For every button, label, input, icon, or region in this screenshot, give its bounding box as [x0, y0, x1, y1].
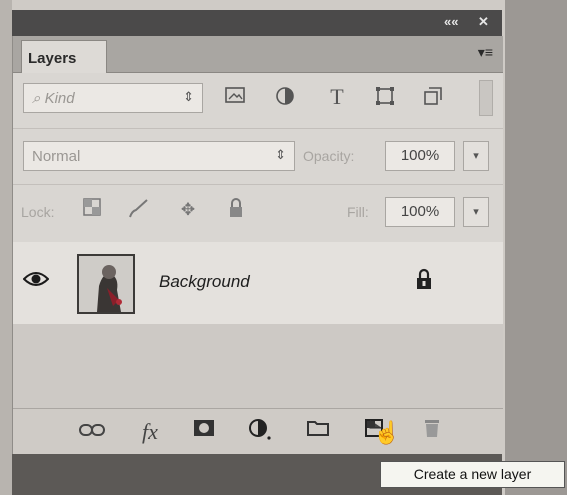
group-folder-icon[interactable] [303, 417, 333, 447]
stepper-arrows-icon: ⇕ [183, 89, 194, 104]
tooltip: Create a new layer [380, 461, 565, 488]
smart-object-filter-icon[interactable] [421, 85, 445, 109]
fill-label: Fill: [347, 204, 369, 220]
tab-layers-label: Layers [28, 50, 77, 67]
blend-row: Normal ⇕ Opacity: 100% ▾ [13, 128, 503, 185]
stepper-arrows-icon: ⇕ [275, 147, 286, 162]
panel-frame-titlebar: «« ✕ [12, 10, 502, 37]
panel-footer: fx [13, 408, 503, 455]
left-edge [0, 0, 12, 495]
adjustment-layer-icon[interactable] [245, 417, 275, 447]
opacity-label: Opacity: [303, 148, 355, 164]
link-layers-icon[interactable] [77, 417, 107, 447]
tab-layers[interactable]: Layers [21, 40, 107, 73]
panel-menu-icon[interactable]: ▾≡ [478, 44, 493, 61]
visibility-eye-icon[interactable] [22, 270, 50, 290]
layer-name[interactable]: Background [159, 272, 250, 292]
panel-tabbar: Layers ▾≡ [13, 36, 503, 73]
adjustment-filter-icon[interactable] [273, 85, 297, 109]
opacity-dropdown-button[interactable]: ▾ [463, 141, 489, 171]
lock-position-icon[interactable]: ✥ [175, 197, 201, 223]
layer-mask-icon[interactable] [189, 417, 219, 447]
close-icon[interactable]: ✕ [478, 14, 489, 30]
filter-kind-label: ⌕ Kind [32, 90, 75, 107]
lock-row: Lock: ✥ Fill: 100% ▾ [13, 184, 503, 243]
filter-row: ⌕ Kind ⇕ T [13, 72, 503, 129]
blend-mode-value: Normal [32, 148, 81, 165]
fx-icon[interactable]: fx [135, 417, 165, 447]
shape-filter-icon[interactable] [373, 85, 397, 109]
layers-panel: Layers ▾≡ ⌕ Kind ⇕ T Normal ⇕ Opacity: 1… [12, 36, 503, 455]
image-filter-icon[interactable] [223, 85, 247, 109]
lock-label: Lock: [21, 204, 55, 220]
layer-row[interactable]: Background [13, 242, 503, 325]
filter-toggle-switch[interactable] [479, 80, 493, 116]
lock-all-icon[interactable] [223, 197, 249, 223]
filter-kind-select[interactable]: ⌕ Kind ⇕ [23, 83, 203, 113]
fill-dropdown-button[interactable]: ▾ [463, 197, 489, 227]
lock-image-pixels-icon[interactable] [125, 197, 151, 223]
collapse-button[interactable]: «« [444, 14, 458, 29]
layer-lock-icon [415, 268, 433, 295]
fill-field[interactable]: 100% [385, 197, 455, 227]
hand-cursor-icon: ☝ [373, 420, 401, 445]
type-filter-icon[interactable]: T [325, 85, 349, 109]
trash-icon[interactable] [417, 417, 447, 447]
opacity-field[interactable]: 100% [385, 141, 455, 171]
background-strip [505, 0, 567, 495]
layer-thumbnail[interactable] [77, 254, 135, 314]
blend-mode-select[interactable]: Normal ⇕ [23, 141, 295, 171]
search-icon: ⌕ [32, 90, 41, 107]
layers-empty-area [13, 324, 503, 408]
lock-transparent-pixels-icon[interactable] [79, 197, 105, 223]
